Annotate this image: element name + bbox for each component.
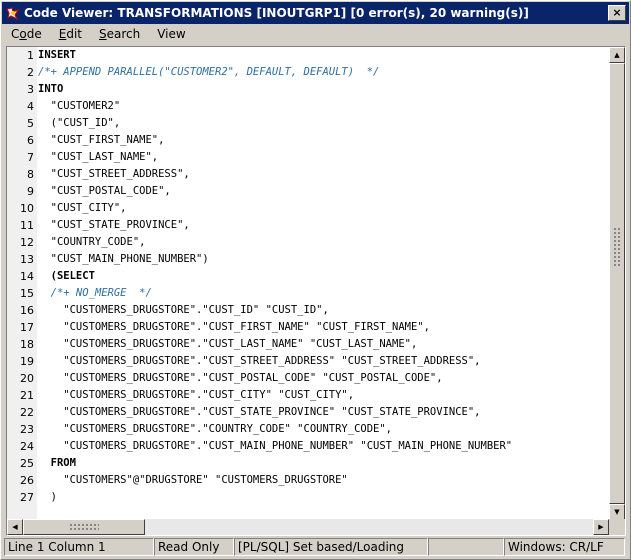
scroll-right-button[interactable]: ▶ bbox=[593, 519, 609, 535]
code-line: INTO bbox=[38, 83, 64, 95]
line-number: 19 bbox=[20, 355, 34, 368]
status-cursor-position: Line 1 Column 1 bbox=[4, 538, 154, 556]
line-number: 3 bbox=[27, 83, 34, 96]
line-number: 11 bbox=[20, 219, 34, 232]
close-button[interactable]: × bbox=[608, 5, 626, 21]
line-number: 23 bbox=[20, 423, 34, 436]
code-line: "CUSTOMERS_DRUGSTORE"."CUST_CITY" "CUST_… bbox=[38, 389, 355, 401]
line-number: 27 bbox=[20, 491, 34, 504]
line-number: 9 bbox=[27, 185, 34, 198]
code-line: ("CUST_ID", bbox=[38, 117, 121, 129]
horizontal-scroll-thumb[interactable] bbox=[23, 519, 145, 535]
code-line: "CUSTOMERS_DRUGSTORE"."CUST_STATE_PROVIN… bbox=[38, 406, 481, 418]
code-line: FROM bbox=[38, 457, 76, 469]
line-number: 12 bbox=[20, 236, 34, 249]
code-line: "CUSTOMERS"@"DRUGSTORE" "CUSTOMERS_DRUGS… bbox=[38, 474, 348, 486]
code-editor[interactable]: 1 2 3 4 5 6 7 8 9 10 11 12 13 14 15 16 17 18 19 20 21 22 23 24 2… bbox=[6, 46, 626, 536]
line-number: 6 bbox=[27, 134, 34, 147]
code-line: "CUSTOMER2" bbox=[38, 100, 121, 112]
line-number: 14 bbox=[20, 270, 34, 283]
vertical-thumb-grip bbox=[613, 227, 621, 267]
code-viewer-window: Code Viewer: TRANSFORMATIONS [INOUTGRP1]… bbox=[0, 0, 631, 560]
code-line: /*+ APPEND PARALLEL("CUSTOMER2", DEFAULT… bbox=[38, 66, 380, 78]
code-line: /*+ NO_MERGE */ bbox=[38, 287, 152, 299]
code-line: "CUSTOMERS_DRUGSTORE"."CUST_FIRST_NAME" … bbox=[38, 321, 430, 333]
code-line: "CUST_STATE_PROVINCE", bbox=[38, 219, 190, 231]
code-line: INSERT bbox=[38, 49, 76, 61]
code-line: "COUNTRY_CODE", bbox=[38, 236, 146, 248]
line-number: 5 bbox=[27, 117, 34, 130]
vertical-scrollbar[interactable]: ▲ ▼ bbox=[609, 47, 625, 520]
code-line: "CUST_MAIN_PHONE_NUMBER") bbox=[38, 253, 209, 265]
window-title: Code Viewer: TRANSFORMATIONS [INOUTGRP1]… bbox=[24, 6, 529, 20]
line-number: 8 bbox=[27, 168, 34, 181]
line-number-gutter: 1 2 3 4 5 6 7 8 9 10 11 12 13 14 15 16 17 18 19 20 21 22 23 24 2… bbox=[7, 47, 37, 520]
code-line: "CUSTOMERS_DRUGSTORE"."CUST_LAST_NAME" "… bbox=[38, 338, 418, 350]
line-number: 10 bbox=[20, 202, 34, 215]
code-line: "CUSTOMERS_DRUGSTORE"."CUST_STREET_ADDRE… bbox=[38, 355, 481, 367]
horizontal-thumb-grip bbox=[69, 523, 99, 531]
line-number: 20 bbox=[20, 372, 34, 385]
horizontal-scrollbar[interactable]: ◀ ▶ bbox=[7, 519, 609, 535]
menu-search[interactable]: Search bbox=[90, 27, 148, 41]
line-number: 18 bbox=[20, 338, 34, 351]
line-number: 7 bbox=[27, 151, 34, 164]
line-number: 24 bbox=[20, 440, 34, 453]
menu-bar: Code Edit Search View bbox=[2, 24, 629, 44]
line-number: 2 bbox=[27, 66, 34, 79]
code-line: "CUST_LAST_NAME", bbox=[38, 151, 159, 163]
code-line: "CUST_CITY", bbox=[38, 202, 127, 214]
line-number: 15 bbox=[20, 287, 34, 300]
line-number: 17 bbox=[20, 321, 34, 334]
line-number: 13 bbox=[20, 253, 34, 266]
line-number: 26 bbox=[20, 474, 34, 487]
line-number: 21 bbox=[20, 389, 34, 402]
code-line: "CUSTOMERS_DRUGSTORE"."CUST_POSTAL_CODE"… bbox=[38, 372, 443, 384]
line-number: 16 bbox=[20, 304, 34, 317]
menu-code[interactable]: Code bbox=[2, 27, 50, 41]
code-line: (SELECT bbox=[38, 270, 95, 282]
vertical-scroll-thumb[interactable] bbox=[609, 63, 625, 504]
status-empty-panel bbox=[428, 538, 504, 556]
scroll-corner bbox=[609, 519, 625, 535]
menu-edit[interactable]: Edit bbox=[50, 27, 90, 41]
scroll-down-button[interactable]: ▼ bbox=[609, 504, 625, 520]
status-language: [PL/SQL] Set based/Loading bbox=[234, 538, 428, 556]
code-line: "CUSTOMERS_DRUGSTORE"."COUNTRY_CODE" "CO… bbox=[38, 423, 393, 435]
code-line: "CUSTOMERS_DRUGSTORE"."CUST_ID" "CUST_ID… bbox=[38, 304, 329, 316]
scroll-up-button[interactable]: ▲ bbox=[609, 47, 625, 63]
code-line: ) bbox=[38, 491, 57, 503]
code-line: "CUST_FIRST_NAME", bbox=[38, 134, 165, 146]
status-bar: Line 1 Column 1 Read Only [PL/SQL] Set b… bbox=[4, 538, 627, 556]
code-area[interactable]: INSERT /*+ APPEND PARALLEL("CUSTOMER2", D… bbox=[37, 47, 609, 520]
line-number: 22 bbox=[20, 406, 34, 419]
line-number: 25 bbox=[20, 457, 34, 470]
line-number: 4 bbox=[27, 100, 34, 113]
code-line: "CUST_POSTAL_CODE", bbox=[38, 185, 171, 197]
code-line: "CUSTOMERS_DRUGSTORE"."CUST_MAIN_PHONE_N… bbox=[38, 440, 513, 452]
line-number: 1 bbox=[27, 49, 34, 62]
status-mode: Read Only bbox=[154, 538, 234, 556]
menu-view[interactable]: View bbox=[148, 27, 193, 41]
scroll-left-button[interactable]: ◀ bbox=[7, 519, 23, 535]
status-line-ending: Windows: CR/LF bbox=[504, 538, 625, 556]
code-line: "CUST_STREET_ADDRESS", bbox=[38, 168, 190, 180]
app-icon bbox=[5, 5, 21, 21]
title-bar[interactable]: Code Viewer: TRANSFORMATIONS [INOUTGRP1]… bbox=[2, 2, 629, 24]
